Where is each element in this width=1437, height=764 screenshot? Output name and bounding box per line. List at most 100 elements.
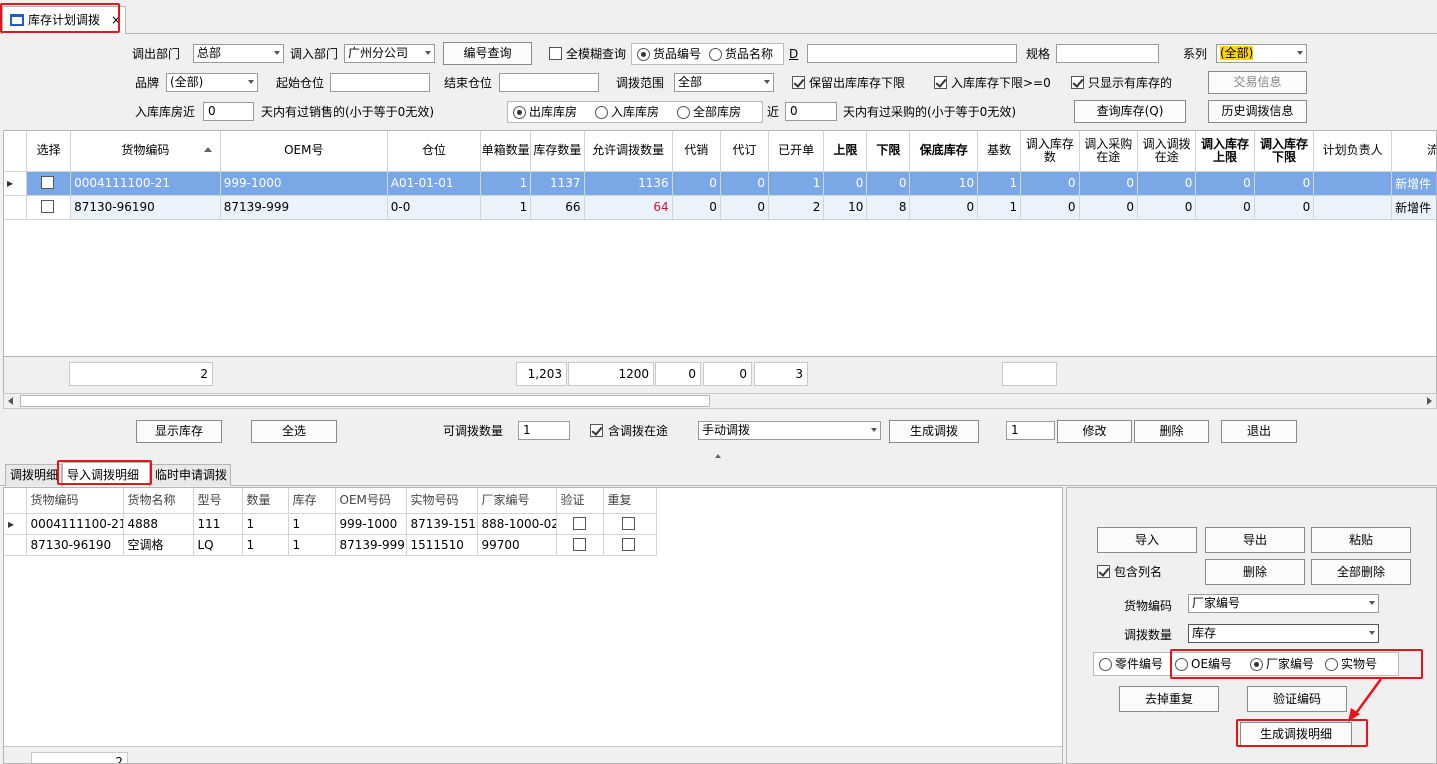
grid-header-in-upper[interactable]: 调入库存上限 — [1195, 131, 1255, 172]
dedupe-button[interactable]: 去掉重复 — [1119, 686, 1219, 712]
import-header-verify[interactable]: 验证 — [556, 488, 604, 514]
grid-header-oem[interactable]: OEM号 — [220, 131, 388, 172]
import-header-stock[interactable]: 库存 — [288, 488, 336, 514]
radio-all-store[interactable] — [677, 106, 690, 119]
horizontal-scrollbar[interactable] — [3, 393, 1437, 409]
import-header-code[interactable]: 货物编码 — [26, 488, 124, 514]
row-checkbox[interactable] — [41, 199, 55, 213]
exit-button[interactable]: 退出 — [1221, 420, 1297, 443]
mode-select[interactable]: 手动调拨 — [698, 421, 881, 440]
grid-header-in-stock[interactable]: 调入库存数 — [1020, 131, 1080, 172]
grid-header-in-purchase[interactable]: 调入采购在途 — [1079, 131, 1138, 172]
dup-checkbox[interactable] — [621, 516, 635, 530]
export-button[interactable]: 导出 — [1205, 527, 1305, 553]
out-dept-select[interactable]: 总部 — [193, 44, 284, 63]
verify-checkbox[interactable] — [572, 537, 586, 551]
import-header-name[interactable]: 货物名称 — [123, 488, 194, 514]
grid-header-in-lower[interactable]: 调入库存下限 — [1254, 131, 1315, 172]
include-col-checkbox[interactable] — [1097, 565, 1110, 578]
series-select[interactable]: (全部) — [1216, 44, 1307, 63]
cell-dup[interactable] — [603, 513, 657, 535]
only-stock-checkbox[interactable] — [1071, 76, 1084, 89]
code-query-button[interactable]: 编号查询 — [443, 42, 532, 65]
tab-transfer-detail[interactable]: 调拨明细 — [5, 464, 62, 486]
verify-button[interactable]: 验证编码 — [1247, 686, 1347, 712]
cell-verify[interactable] — [556, 513, 604, 535]
series-label: 系列 — [1183, 47, 1208, 61]
grid-header-loc[interactable]: 仓位 — [387, 131, 482, 172]
keep-out-lower-checkbox[interactable] — [792, 76, 805, 89]
grid-header-lower[interactable]: 下限 — [866, 131, 911, 172]
row-checkbox[interactable] — [41, 175, 55, 189]
near-input[interactable]: 0 — [785, 102, 837, 121]
delete-all-button[interactable]: 全部删除 — [1311, 559, 1411, 585]
import-header-factory[interactable]: 厂家编号 — [477, 488, 557, 514]
start-loc-input[interactable] — [330, 73, 430, 92]
fuzzy-checkbox[interactable] — [549, 47, 562, 60]
verify-checkbox[interactable] — [572, 516, 586, 530]
modify-button[interactable]: 修改 — [1057, 420, 1132, 443]
splitter-up-icon[interactable] — [715, 454, 721, 458]
grid-header-select[interactable]: 选择 — [26, 131, 72, 172]
radio-out-store[interactable] — [513, 106, 526, 119]
select-all-button[interactable]: 全选 — [251, 420, 337, 443]
goods-code-select[interactable]: 厂家编号 — [1188, 594, 1379, 613]
radio-in-store[interactable] — [595, 106, 608, 119]
qty-col-select[interactable]: 库存 — [1188, 624, 1379, 643]
trade-info-button[interactable]: 交易信息 — [1208, 71, 1307, 94]
table-row[interactable]: 87130-96190 空调格 LQ 1 1 87139-999 1511510… — [4, 534, 657, 556]
include-transit-checkbox[interactable] — [590, 424, 603, 437]
table-row[interactable]: ▸ 0004111100-21 4888 111 1 1 999-1000 87… — [4, 513, 657, 535]
table-row[interactable]: 87130-96190 87139-999 0-0 1 66 64 0 0 2 … — [4, 195, 1436, 220]
grid-header-stock[interactable]: 库存数量 — [530, 131, 585, 172]
right-delete-button[interactable]: 删除 — [1205, 559, 1305, 585]
in-lower-checkbox[interactable] — [934, 76, 947, 89]
scroll-thumb[interactable] — [20, 395, 710, 407]
range-select[interactable]: 全部 — [674, 73, 774, 92]
grid-header-in-transfer[interactable]: 调入调拨在途 — [1137, 131, 1197, 172]
row-select-cell[interactable] — [26, 171, 72, 196]
grid-header-base[interactable]: 基数 — [977, 131, 1022, 172]
dup-checkbox[interactable] — [621, 537, 635, 551]
radio-goods-name[interactable] — [709, 48, 722, 61]
tab-temp-request[interactable]: 临时申请调拨 — [150, 464, 231, 486]
cell-dup[interactable] — [603, 534, 657, 556]
generate-button[interactable]: 生成调拨 — [889, 420, 979, 443]
qty-input[interactable]: 1 — [518, 421, 570, 440]
d-input[interactable] — [807, 44, 1017, 63]
modify-qty-input[interactable]: 1 — [1006, 421, 1055, 440]
grid-header-box[interactable]: 单箱数量 — [480, 131, 532, 172]
import-header-model[interactable]: 型号 — [193, 488, 243, 514]
table-row[interactable]: ▸ 0004111100-21 999-1000 A01-01-01 1 113… — [4, 171, 1436, 196]
grid-header-allow[interactable]: 允许调拨数量 — [584, 131, 673, 172]
import-header-dup[interactable]: 重复 — [603, 488, 657, 514]
show-stock-button[interactable]: 显示库存 — [136, 420, 222, 443]
in-near-input[interactable]: 0 — [203, 102, 254, 121]
grid-header-opened[interactable]: 已开单 — [768, 131, 825, 172]
scroll-right-icon[interactable] — [1427, 397, 1432, 405]
delete-button[interactable]: 删除 — [1134, 420, 1209, 443]
in-dept-select[interactable]: 广州分公司 — [344, 44, 435, 63]
grid-header-consign[interactable]: 代销 — [672, 131, 721, 172]
query-stock-button[interactable]: 查询库存(Q) — [1074, 100, 1186, 123]
grid-header-order[interactable]: 代订 — [720, 131, 770, 172]
radio-part[interactable] — [1099, 658, 1112, 671]
grid-header-code[interactable]: 货物编码 — [70, 131, 221, 172]
history-button[interactable]: 历史调拨信息 — [1208, 100, 1307, 123]
scroll-left-icon[interactable] — [8, 397, 13, 405]
grid-header-flow[interactable]: 流量分 — [1391, 131, 1436, 172]
import-header-qty[interactable]: 数量 — [242, 488, 289, 514]
brand-select[interactable]: (全部) — [166, 73, 258, 92]
import-header-oem[interactable]: OEM号码 — [335, 488, 407, 514]
row-select-cell[interactable] — [26, 195, 72, 220]
paste-button[interactable]: 粘贴 — [1311, 527, 1411, 553]
grid-header-safety[interactable]: 保底库存 — [909, 131, 979, 172]
end-loc-input[interactable] — [499, 73, 599, 92]
radio-goods-code[interactable] — [637, 48, 650, 61]
import-button[interactable]: 导入 — [1097, 527, 1197, 553]
grid-header-upper[interactable]: 上限 — [823, 131, 868, 172]
cell-verify[interactable] — [556, 534, 604, 556]
grid-header-planner[interactable]: 计划负责人 — [1313, 131, 1393, 172]
import-header-phys[interactable]: 实物号码 — [406, 488, 478, 514]
spec-input[interactable] — [1056, 44, 1159, 63]
